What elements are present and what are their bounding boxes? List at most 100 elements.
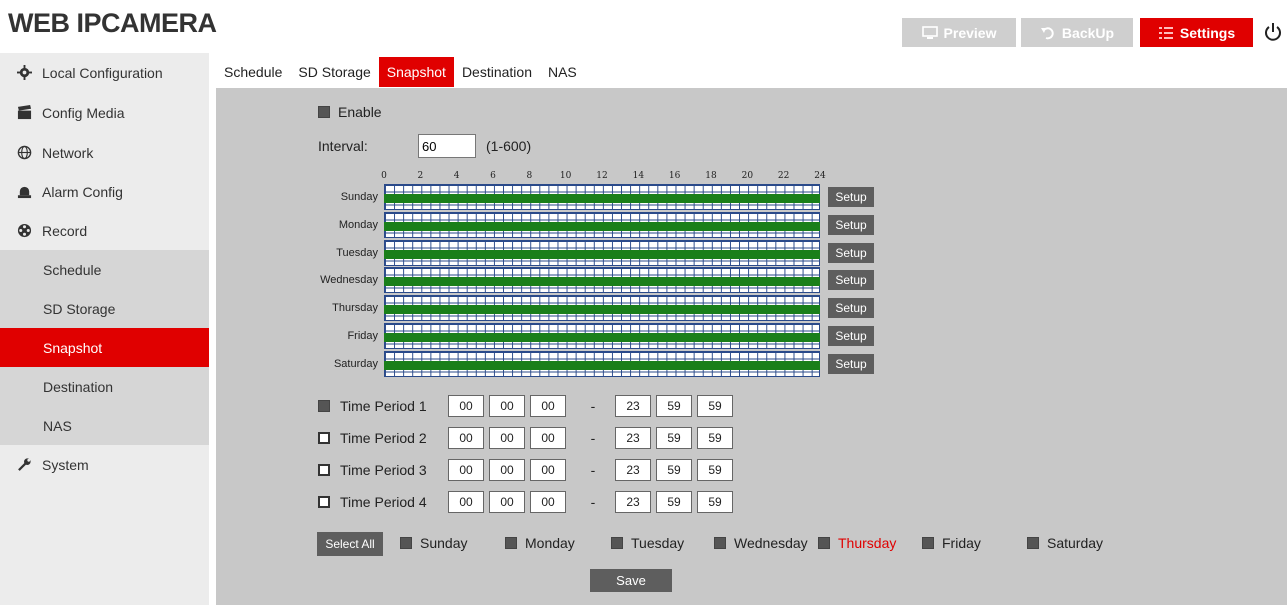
hour-tick-label: 2 [417,171,424,181]
end-time-field[interactable]: 59 [656,459,692,481]
day-label: Sunday [420,535,468,551]
schedule-coverage-bar [384,194,820,203]
sidebar-item-label: Network [42,144,94,161]
day-label: Saturday [1047,535,1104,551]
hour-tick-label: 12 [596,171,608,181]
tab-nas[interactable]: NAS [540,57,585,87]
sidebar-subitem-destination[interactable]: Destination [0,367,209,406]
sidebar-item-config-media[interactable]: Config Media [0,93,209,132]
hour-tick-label: 0 [381,171,387,181]
hour-tick-label: 18 [705,171,717,181]
end-time-field[interactable]: 59 [697,427,733,449]
tab-bar: Schedule SD Storage Snapshot Destination… [216,57,585,87]
setup-button[interactable]: Setup [828,242,874,263]
sidebar-item-local-configuration[interactable]: Local Configuration [0,53,209,92]
day-checkbox[interactable] [818,537,830,549]
day-select-thursday[interactable]: Thursday [818,535,896,551]
sidebar-subitem-nas[interactable]: NAS [0,406,209,445]
start-time-field[interactable]: 00 [448,491,484,513]
save-button[interactable]: Save [590,569,672,592]
start-time-field[interactable]: 00 [530,395,566,417]
day-select-sunday[interactable]: Sunday [400,535,467,551]
tab-destination[interactable]: Destination [454,57,540,87]
schedule-day-label: Saturday [333,357,378,370]
setup-button[interactable]: Setup [828,270,874,291]
start-time-field[interactable]: 00 [489,459,525,481]
time-period-label: Time Period 3 [340,462,427,478]
backup-button[interactable]: BackUp [1021,18,1133,47]
clapperboard-icon [16,105,32,121]
time-period-row: Time Period 1 00 00 00-23 59 59 [318,393,738,419]
day-checkbox[interactable] [611,537,623,549]
start-time-field[interactable]: 00 [448,427,484,449]
time-period-checkbox[interactable] [318,432,330,444]
hour-tick-label: 4 [453,171,460,181]
hour-tick-label: 22 [777,171,790,181]
start-time-field[interactable]: 00 [489,491,525,513]
time-period-checkbox[interactable] [318,464,330,476]
end-time-field[interactable]: 59 [697,491,733,513]
start-time-field[interactable]: 00 [489,395,525,417]
tab-sd-storage[interactable]: SD Storage [290,57,378,87]
end-time-field[interactable]: 59 [697,459,733,481]
schedule-day-label: Wednesday [320,274,378,287]
setup-button[interactable]: Setup [828,353,874,374]
end-time-field[interactable]: 23 [615,395,651,417]
end-time-field[interactable]: 23 [615,491,651,513]
schedule-grid[interactable]: Sunday Setup Monday Setup Tuesday Setup Wednes… [320,184,874,380]
day-checkbox[interactable] [1027,537,1039,549]
time-period-checkbox[interactable] [318,400,330,412]
sidebar-item-record[interactable]: Record [0,211,209,250]
day-checkbox[interactable] [505,537,517,549]
end-time-field[interactable]: 59 [656,427,692,449]
list-icon [1158,26,1173,39]
sidebar-subitem-snapshot[interactable]: Snapshot [0,328,209,367]
sidebar-subitem-schedule[interactable]: Schedule [0,250,209,289]
settings-label: Settings [1179,24,1236,41]
day-select-saturday[interactable]: Saturday [1027,535,1103,551]
start-time-field[interactable]: 00 [448,459,484,481]
time-separator: - [590,398,596,414]
start-time-field[interactable]: 00 [530,459,566,481]
hour-tick-label: 24 [814,171,826,181]
select-all-button[interactable]: Select All [317,532,383,556]
sidebar-item-network[interactable]: Network [0,133,209,172]
setup-button[interactable]: Setup [828,326,874,346]
enable-label: Enable [338,104,382,120]
enable-row: Enable [318,104,382,120]
tab-schedule[interactable]: Schedule [216,57,290,87]
day-checkbox[interactable] [922,537,934,549]
day-select-wednesday[interactable]: Wednesday [714,535,808,551]
setup-button[interactable]: Setup [828,214,874,235]
sidebar-item-alarm-config[interactable]: Alarm Config [0,172,209,211]
day-select-friday[interactable]: Friday [922,535,981,551]
end-time-field[interactable]: 59 [656,395,692,417]
day-select-monday[interactable]: Monday [505,535,575,551]
start-time-field[interactable]: 00 [530,491,566,513]
preview-button[interactable]: Preview [902,18,1016,47]
start-time-field[interactable]: 00 [530,427,566,449]
interval-input[interactable] [418,134,476,158]
end-time-field[interactable]: 59 [656,491,692,513]
power-icon[interactable] [1263,21,1283,43]
settings-button[interactable]: Settings [1140,18,1253,47]
sidebar-item-system[interactable]: System [0,445,209,484]
end-time-field[interactable]: 23 [615,427,651,449]
hour-tick-label: 10 [559,171,572,181]
start-time-field[interactable]: 00 [448,395,484,417]
sidebar-subitem-sd-storage[interactable]: SD Storage [0,289,209,328]
end-time-field[interactable]: 59 [697,395,733,417]
schedule-coverage-bar [384,249,820,259]
enable-checkbox[interactable] [318,106,330,118]
day-checkbox[interactable] [714,537,726,549]
start-time-field[interactable]: 00 [489,427,525,449]
tab-snapshot[interactable]: Snapshot [378,57,454,87]
end-time-field[interactable]: 23 [615,459,651,481]
time-period-checkbox[interactable] [318,496,330,508]
setup-button[interactable]: Setup [828,187,874,207]
setup-button[interactable]: Setup [828,298,874,319]
schedule-day-label: Thursday [332,302,378,315]
day-select-tuesday[interactable]: Tuesday [611,535,684,551]
hour-axis: 0 2 4 6 8 10 12 14 16 18 20 22 24 [381,171,826,183]
day-checkbox[interactable] [400,537,412,549]
